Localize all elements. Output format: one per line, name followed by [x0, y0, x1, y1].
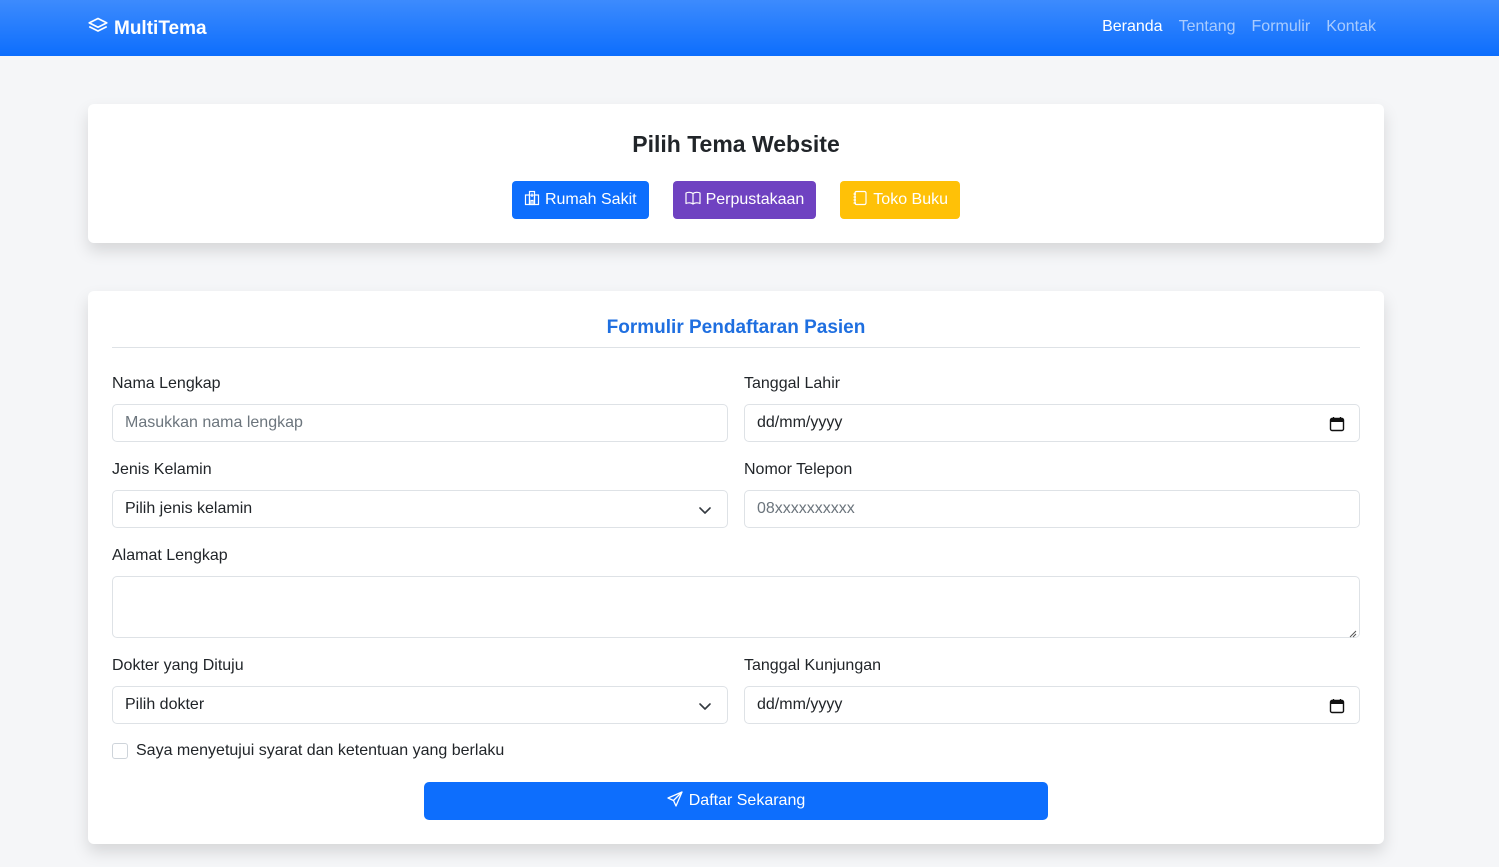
- theme-button-label: Perpustakaan: [705, 191, 805, 208]
- submit-label: Daftar Sekarang: [688, 792, 806, 809]
- nav-link-kontak[interactable]: Kontak: [1326, 18, 1376, 36]
- tanggal-kunjungan-input[interactable]: dd/mm/yyyy: [744, 686, 1360, 724]
- telepon-label: Nomor Telepon: [744, 461, 853, 478]
- calendar-icon[interactable]: [1329, 698, 1345, 714]
- book-icon: [684, 190, 701, 211]
- theme-button-rumah-sakit[interactable]: Rumah Sakit: [511, 181, 649, 219]
- submit-button[interactable]: Daftar Sekarang: [424, 782, 1048, 820]
- chevron-down-icon: [697, 502, 713, 518]
- hospital-icon: [524, 190, 540, 211]
- chevron-down-icon: [697, 698, 713, 714]
- dokter-label: Dokter yang Dituju: [112, 657, 244, 674]
- jenis-kelamin-select[interactable]: Pilih jenis kelamin: [112, 490, 728, 528]
- tanggal-lahir-input[interactable]: dd/mm/yyyy: [744, 404, 1360, 442]
- alamat-textarea[interactable]: [112, 576, 1360, 638]
- nama-label: Nama Lengkap: [112, 375, 221, 392]
- nav-link-beranda[interactable]: Beranda: [1102, 18, 1163, 36]
- nav-links: Beranda Tentang Formulir Kontak: [1102, 18, 1376, 36]
- tanggal-lahir-label: Tanggal Lahir: [744, 375, 841, 392]
- nama-placeholder: Masukkan nama lengkap: [125, 414, 303, 431]
- jenis-kelamin-label: Jenis Kelamin: [112, 461, 212, 478]
- tanggal-kunjungan-label: Tanggal Kunjungan: [744, 657, 882, 674]
- alamat-label: Alamat Lengkap: [112, 547, 228, 564]
- navbar: MultiTema Beranda Tentang Formulir Konta…: [0, 0, 1499, 56]
- theme-button-label: Rumah Sakit: [544, 191, 637, 208]
- form-divider: [112, 347, 1360, 348]
- theme-button-label: Toko Buku: [873, 191, 949, 208]
- agreement-label[interactable]: Saya menyetujui syarat dan ketentuan yan…: [136, 742, 504, 760]
- form-title: Formulir Pendaftaran Pasien: [606, 317, 866, 338]
- brand-name: MultiTema: [114, 18, 207, 39]
- nav-link-formulir[interactable]: Formulir: [1252, 18, 1311, 36]
- dokter-selected: Pilih dokter: [125, 696, 205, 713]
- theme-title: Pilih Tema Website: [632, 131, 840, 157]
- agreement-row: Saya menyetujui syarat dan ketentuan yan…: [112, 742, 504, 760]
- theme-button-perpustakaan[interactable]: Perpustakaan: [672, 181, 817, 219]
- agreement-checkbox[interactable]: [112, 743, 128, 759]
- brand[interactable]: MultiTema: [88, 17, 207, 41]
- theme-button-toko-buku[interactable]: Toko Buku: [840, 181, 961, 219]
- resize-handle-icon[interactable]: [1347, 625, 1357, 638]
- dokter-select[interactable]: Pilih dokter: [112, 686, 728, 724]
- jenis-kelamin-selected: Pilih jenis kelamin: [125, 500, 253, 517]
- tanggal-lahir-value: dd/mm/yyyy: [757, 414, 843, 431]
- telepon-placeholder: 08xxxxxxxxxx: [757, 500, 855, 517]
- theme-selector-card: Pilih Tema Website Rumah Sakit Perpustak…: [88, 104, 1384, 243]
- send-icon: [667, 790, 683, 812]
- nama-input[interactable]: Masukkan nama lengkap: [112, 404, 728, 442]
- nav-link-tentang[interactable]: Tentang: [1179, 18, 1236, 36]
- journal-icon: [852, 190, 868, 211]
- layers-icon: [88, 16, 108, 42]
- calendar-icon[interactable]: [1329, 416, 1345, 432]
- tanggal-kunjungan-value: dd/mm/yyyy: [757, 696, 843, 713]
- theme-buttons: Rumah Sakit Perpustakaan Toko Buku: [88, 181, 1384, 219]
- registration-form-card: Formulir Pendaftaran Pasien Nama Lengkap…: [88, 291, 1384, 844]
- telepon-input[interactable]: 08xxxxxxxxxx: [744, 490, 1360, 528]
